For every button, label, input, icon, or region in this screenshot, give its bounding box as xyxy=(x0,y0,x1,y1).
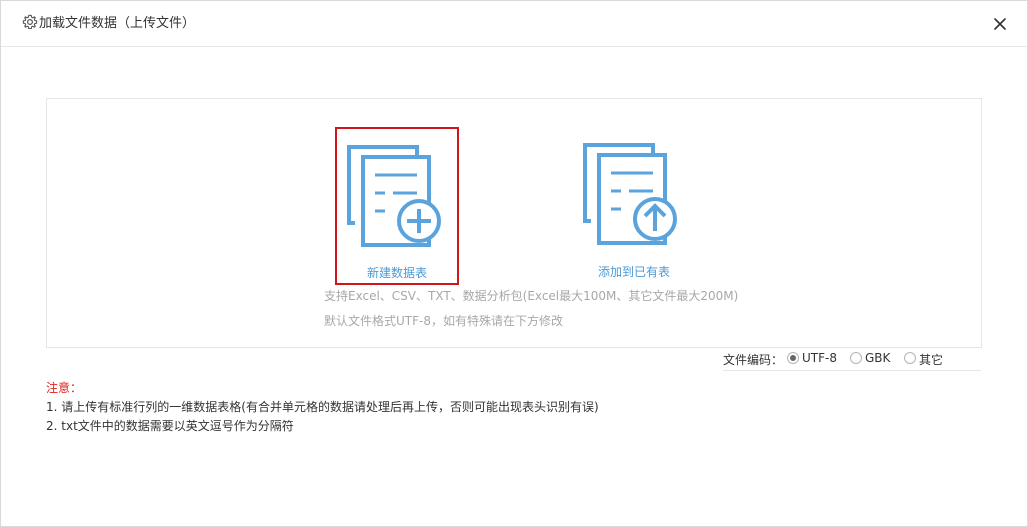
notes-title: 注意： xyxy=(46,381,83,395)
radio-unchecked-icon xyxy=(904,352,916,364)
default-encoding-hint: 默认文件格式UTF-8，如有特殊请在下方修改 xyxy=(324,314,563,328)
add-to-existing-table-option[interactable]: 添加到已有表 xyxy=(577,129,691,283)
upload-dialog: 加载文件数据（上传文件） 新建数据表 添加到已有表 支持Excel、CSV、TX… xyxy=(0,0,1028,527)
new-table-icon xyxy=(347,145,441,247)
encoding-label: 文件编码： xyxy=(723,353,784,367)
new-table-label: 新建数据表 xyxy=(366,266,427,280)
gear-icon xyxy=(22,14,38,30)
note-item: 1. 请上传有标准行列的一维数据表格(有合并单元格的数据请处理后再上传，否则可能… xyxy=(46,400,599,414)
encoding-radio-utf8[interactable]: UTF-8 xyxy=(787,351,839,367)
upload-to-table-icon xyxy=(583,143,677,245)
encoding-option-label: UTF-8 xyxy=(802,351,837,365)
add-to-existing-table-label: 添加到已有表 xyxy=(597,265,670,279)
encoding-selector: 文件编码： UTF-8 GBK 其它 xyxy=(723,351,981,371)
close-icon[interactable] xyxy=(991,15,1009,33)
encoding-radio-other[interactable]: 其它 xyxy=(904,351,948,367)
radio-checked-icon xyxy=(787,352,799,364)
encoding-option-label: 其它 xyxy=(919,353,944,367)
dialog-header: 加载文件数据（上传文件） xyxy=(1,1,1027,47)
note-item: 2. txt文件中的数据需要以英文逗号作为分隔符 xyxy=(46,419,294,433)
encoding-radio-gbk[interactable]: GBK xyxy=(850,351,894,367)
dialog-title: 加载文件数据（上传文件） xyxy=(39,16,196,31)
upload-area: 新建数据表 添加到已有表 支持Excel、CSV、TXT、数据分析包(Excel… xyxy=(46,98,982,348)
radio-unchecked-icon xyxy=(850,352,862,364)
new-table-option[interactable]: 新建数据表 xyxy=(335,127,459,285)
encoding-option-label: GBK xyxy=(865,351,891,365)
supported-formats-hint: 支持Excel、CSV、TXT、数据分析包(Excel最大100M、其它文件最大… xyxy=(324,289,739,303)
